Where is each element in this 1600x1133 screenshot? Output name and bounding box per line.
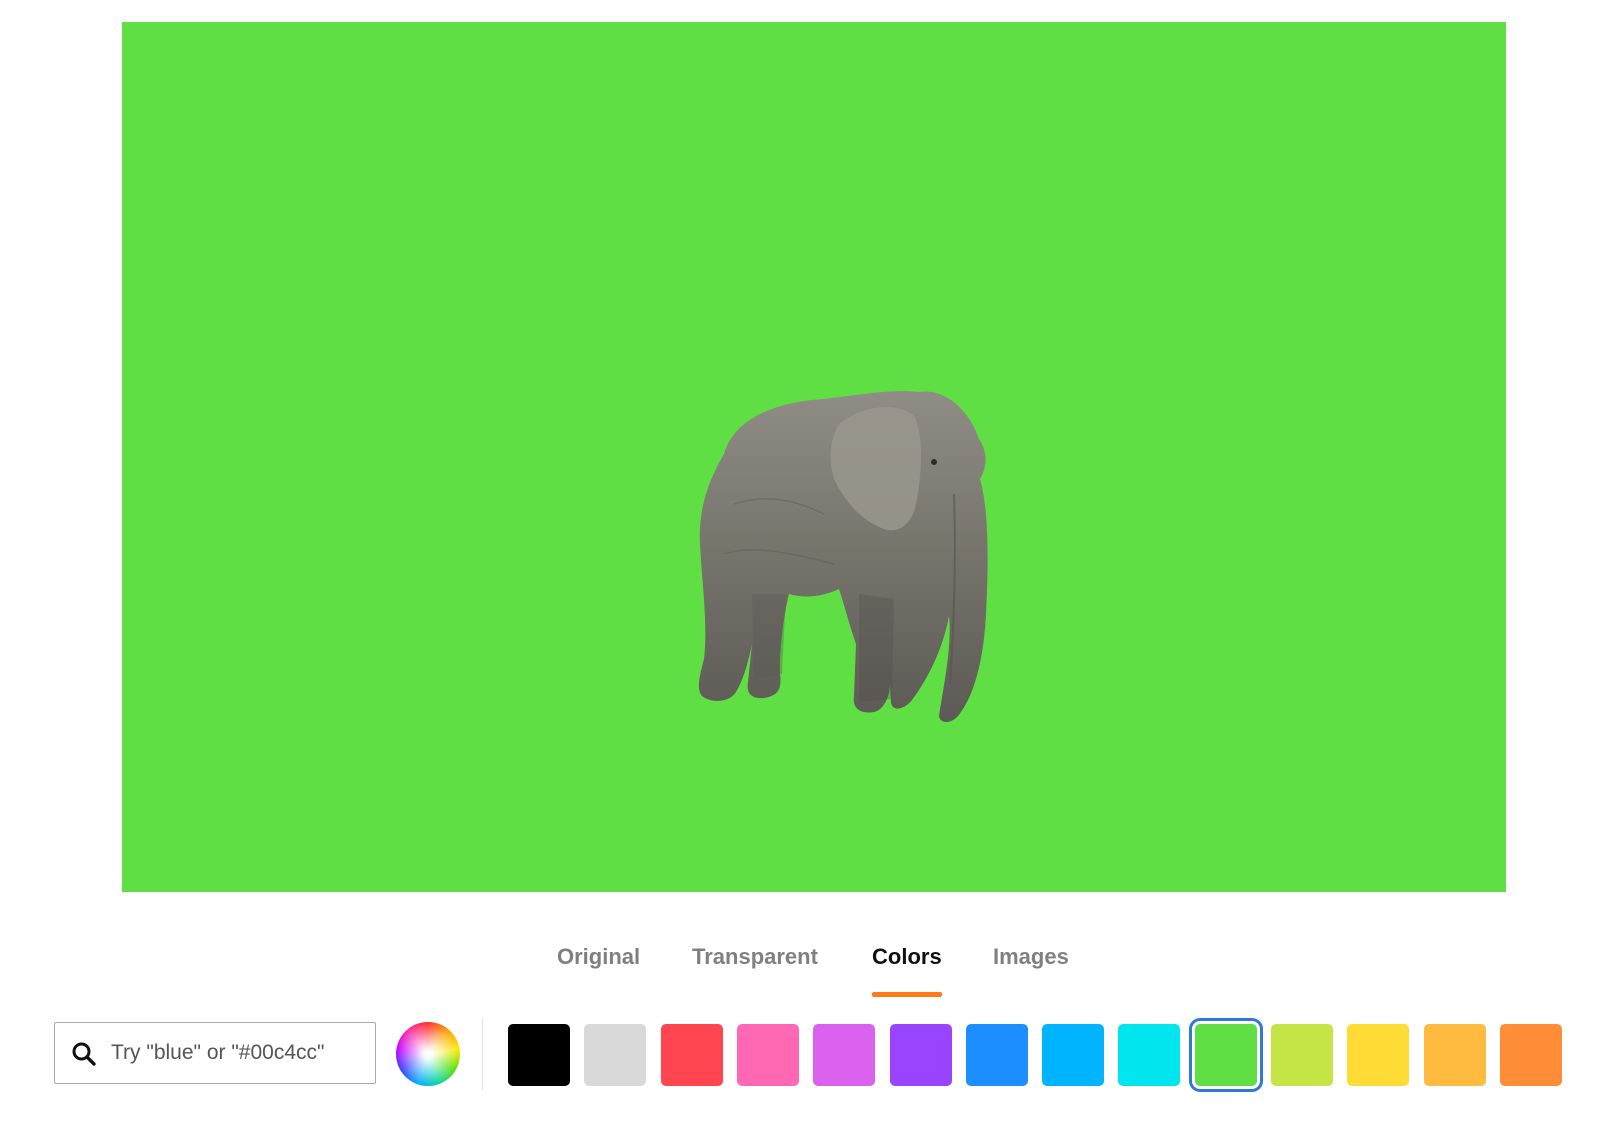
background-editor: Original Transparent Colors Images — [0, 0, 1600, 1133]
color-swatch[interactable] — [966, 1024, 1028, 1086]
elephant-image — [698, 391, 988, 722]
color-search-box[interactable] — [54, 1022, 376, 1084]
color-swatch[interactable] — [1195, 1024, 1257, 1086]
color-swatch[interactable] — [1424, 1024, 1486, 1086]
active-tab-indicator — [872, 992, 942, 997]
color-swatch[interactable] — [584, 1024, 646, 1086]
color-swatch[interactable] — [508, 1024, 570, 1086]
tab-transparent[interactable]: Transparent — [692, 944, 818, 970]
image-preview-canvas — [122, 22, 1506, 892]
color-search-input[interactable] — [111, 1033, 366, 1073]
tab-original[interactable]: Original — [557, 944, 640, 970]
color-swatch[interactable] — [1271, 1024, 1333, 1086]
toolbar-divider — [482, 1018, 483, 1090]
background-tabs: Original Transparent Colors Images — [0, 930, 1600, 997]
color-swatch[interactable] — [661, 1024, 723, 1086]
color-swatch[interactable] — [1042, 1024, 1104, 1086]
tab-colors[interactable]: Colors — [872, 944, 942, 970]
color-swatch[interactable] — [1347, 1024, 1409, 1086]
color-wheel-icon[interactable] — [396, 1022, 460, 1086]
color-swatch[interactable] — [1500, 1024, 1562, 1086]
color-swatch[interactable] — [813, 1024, 875, 1086]
tab-images[interactable]: Images — [993, 944, 1069, 970]
color-swatch[interactable] — [1118, 1024, 1180, 1086]
color-swatch[interactable] — [737, 1024, 799, 1086]
search-icon — [72, 1042, 96, 1066]
color-swatch[interactable] — [890, 1024, 952, 1086]
